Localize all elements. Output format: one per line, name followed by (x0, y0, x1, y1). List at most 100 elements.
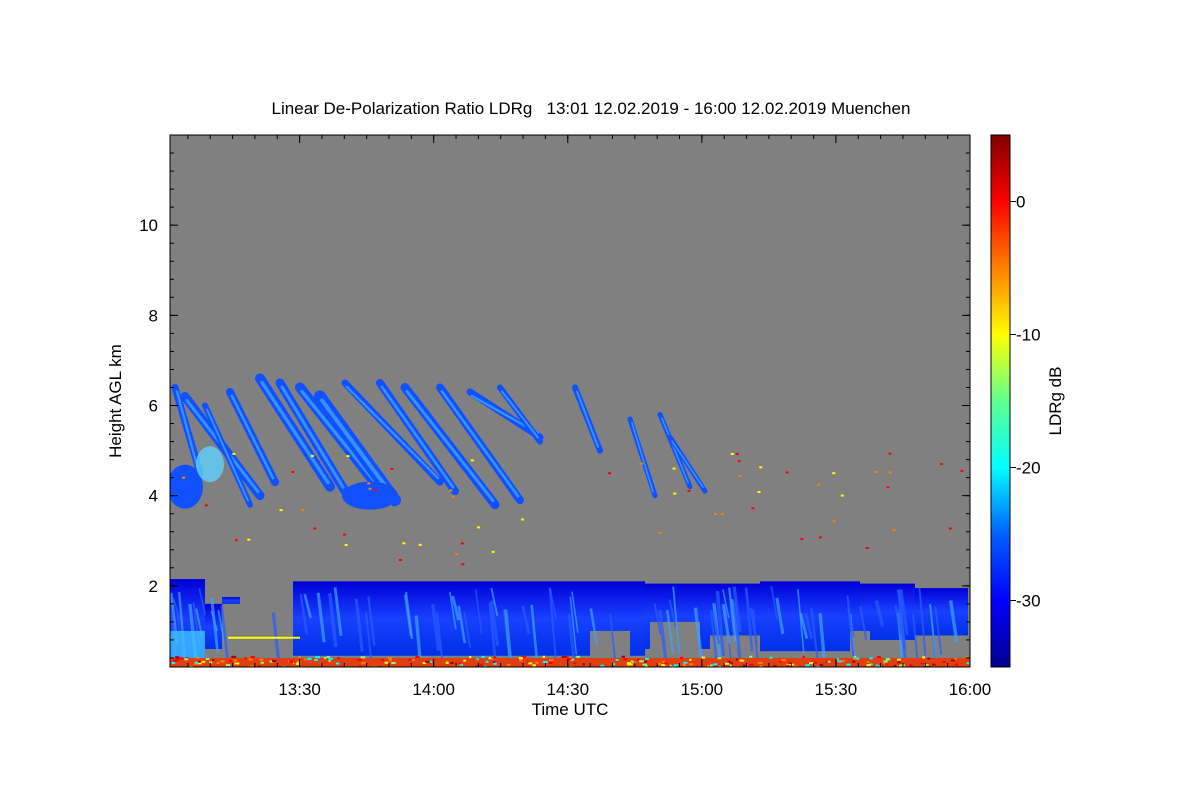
surface-speckle (198, 660, 201, 663)
surface-speckle (326, 656, 331, 659)
noise-speckle (368, 487, 372, 490)
surface-speckle (493, 662, 497, 665)
surface-speckle (875, 664, 879, 667)
noise-speckle (402, 542, 406, 545)
surface-speckle (852, 657, 856, 660)
surface-speckle (538, 668, 542, 670)
surface-speckle (259, 658, 264, 661)
chart-title: Linear De-Polarization Ratio LDRg 13:01 … (272, 99, 911, 118)
surface-speckle (893, 664, 897, 667)
x-tick-label: 15:00 (681, 680, 724, 699)
noise-speckle (817, 483, 821, 486)
surface-speckle (328, 660, 331, 663)
surface-speckle (615, 658, 619, 661)
noise-speckle (310, 454, 314, 457)
noise-speckle (344, 544, 348, 547)
surface-speckle (954, 663, 959, 666)
surface-speckle (682, 664, 686, 667)
colorbar-ticks: 0 -10 -20 -30 (1010, 193, 1041, 611)
noise-speckle (730, 453, 734, 456)
surface-speckle (735, 658, 738, 661)
surface-speckle (209, 661, 213, 664)
surface-speckle (172, 659, 178, 662)
x-tick-label: 16:00 (949, 680, 992, 699)
noise-speckle (874, 470, 878, 473)
surface-speckle (542, 655, 546, 658)
surface-speckle (381, 658, 384, 661)
colorbar-tick-label: 0 (1016, 193, 1025, 212)
surface-speckle (689, 658, 692, 661)
noise-speckle (476, 526, 480, 529)
boundary-layer-cloud (222, 597, 240, 604)
noise-speckle (470, 459, 474, 462)
surface-speckle (532, 664, 536, 667)
surface-speckle (612, 663, 616, 666)
noise-speckle (840, 494, 844, 497)
noise-speckle (892, 528, 896, 531)
surface-speckle (669, 664, 672, 667)
surface-speckle (205, 657, 210, 660)
surface-speckle (852, 660, 856, 663)
noise-speckle (800, 538, 804, 541)
noise-speckle (455, 553, 459, 556)
surface-speckle (827, 667, 832, 669)
surface-speckle (565, 656, 569, 659)
surface-speckle (481, 655, 485, 658)
surface-speckle (713, 663, 718, 666)
surface-speckle (184, 658, 189, 661)
noise-speckle (460, 542, 464, 545)
noise-speckle (888, 471, 892, 474)
surface-speckle (549, 659, 554, 662)
cirrus-highlight (196, 446, 224, 483)
surface-speckle (642, 663, 647, 666)
surface-speckle (897, 661, 901, 664)
surface-speckle (323, 657, 327, 660)
surface-speckle (528, 662, 533, 665)
surface-speckle (920, 662, 924, 665)
surface-speckle (680, 656, 684, 659)
surface-speckle (175, 656, 180, 659)
surface-speckle (779, 667, 783, 669)
ldr-chart: Linear De-Polarization Ratio LDRg 13:01 … (106, 99, 1065, 719)
noise-speckle (720, 513, 724, 516)
surface-speckle (244, 657, 247, 660)
noise-speckle (451, 495, 455, 498)
surface-speckle (885, 663, 889, 666)
surface-speckle (250, 656, 255, 659)
noise-speckle (313, 527, 317, 530)
surface-speckle (234, 662, 240, 665)
noise-speckle (960, 469, 964, 472)
surface-speckle (390, 667, 395, 669)
surface-speckle (645, 657, 649, 660)
x-axis-label: Time UTC (532, 700, 609, 719)
surface-speckle (319, 667, 324, 669)
surface-speckle (808, 662, 814, 665)
surface-speckle (542, 661, 548, 664)
cirrus-base (342, 481, 398, 510)
surface-speckle (582, 663, 585, 666)
y-tick-label: 2 (149, 577, 158, 596)
surface-speckle (664, 662, 669, 665)
surface-speckle (479, 663, 484, 666)
surface-speckle (450, 661, 454, 664)
surface-speckle (384, 661, 389, 664)
surface-speckle (411, 659, 415, 662)
surface-speckle (493, 656, 497, 659)
surface-speckle (908, 664, 913, 667)
surface-speckle (460, 664, 463, 667)
surface-speckle (415, 656, 420, 659)
surface-speckle (966, 662, 970, 665)
surface-speckle (779, 660, 782, 663)
surface-speckle (739, 659, 745, 662)
noise-speckle (673, 492, 677, 495)
surface-speckle (391, 662, 396, 665)
surface-speckle (869, 657, 873, 660)
surface-speckle (749, 663, 754, 666)
noise-speckle (291, 470, 295, 473)
surface-speckle (819, 663, 824, 666)
surface-speckle (336, 657, 340, 660)
surface-speckle (429, 660, 433, 663)
noise-speckle (940, 463, 944, 466)
noise-speckle (759, 466, 763, 469)
surface-speckle (298, 656, 301, 659)
